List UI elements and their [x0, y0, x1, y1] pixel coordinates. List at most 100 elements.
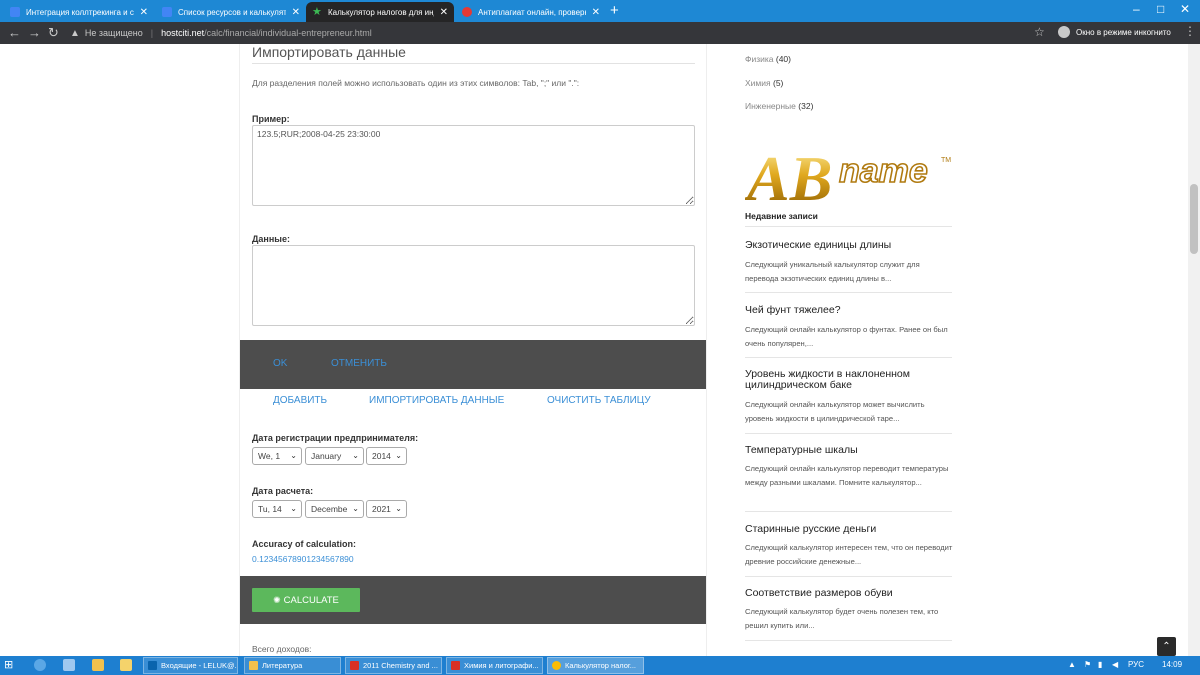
abcname-logo[interactable]: AB name TM: [745, 136, 955, 206]
clock[interactable]: 14:09: [1162, 660, 1182, 669]
category-name[interactable]: Химия: [745, 78, 771, 88]
tab-close-icon[interactable]: ✕: [592, 7, 600, 18]
new-tab-button[interactable]: +: [610, 3, 619, 19]
calculation-date-label: Дата расчета:: [252, 486, 314, 496]
registration-day-select[interactable]: We, 1 ⌄: [252, 447, 302, 465]
app-quicklaunch-icon[interactable]: [63, 659, 75, 671]
sidebar: Физика (40) Химия (5) Инженерные (32) AB…: [745, 44, 955, 656]
bookmark-star-icon[interactable]: ☆: [1034, 25, 1045, 39]
post-title[interactable]: Экзотические единицы длины: [745, 240, 950, 251]
add-button[interactable]: ДОБАВИТЬ: [273, 395, 327, 406]
tab-title: Список ресурсов и калькулятор: [178, 7, 286, 17]
app-quicklaunch-icon[interactable]: [120, 659, 132, 671]
incognito-label[interactable]: Окно в режиме инкогнито: [1076, 28, 1171, 37]
chevron-down-icon: ⌄: [352, 451, 359, 460]
total-income-label: Всего доходов:: [252, 644, 312, 654]
divider: [745, 226, 952, 227]
taskbar-item-pdf[interactable]: 2011 Chemistry and ...: [345, 657, 442, 674]
taskbar-item-label: Химия и литографи...: [464, 661, 539, 670]
pdf-icon: [451, 661, 460, 670]
post-excerpt: Следующий онлайн калькулятор о фунтах. Р…: [745, 325, 948, 348]
tab-close-icon[interactable]: ✕: [140, 7, 148, 18]
taskbar-item-chrome[interactable]: Калькулятор налог...: [547, 657, 644, 674]
windows-start-icon[interactable]: ⊞: [4, 658, 18, 672]
chevron-down-icon: ⌄: [395, 451, 402, 460]
volume-icon[interactable]: ◀: [1112, 660, 1118, 669]
category-name[interactable]: Инженерные: [745, 101, 796, 111]
folder-icon: [249, 661, 258, 670]
selected-value: 2021: [372, 504, 391, 514]
post-title[interactable]: Температурные шкалы: [745, 445, 950, 456]
import-data-button[interactable]: ИМПОРТИРОВАТЬ ДАННЫЕ: [369, 395, 504, 406]
reload-button[interactable]: ↻: [48, 25, 59, 41]
chrome-icon: [552, 661, 561, 670]
close-window-button[interactable]: ✕: [1180, 2, 1190, 16]
browser-quicklaunch-icon[interactable]: [34, 659, 46, 671]
security-label[interactable]: Не защищено: [85, 28, 143, 38]
post-title[interactable]: Уровень жидкости в наклоненном цилиндрич…: [745, 369, 950, 391]
taskbar-item-label: Входящие - LELUK@...: [161, 661, 238, 670]
omnibox[interactable]: ▲ Не защищено | hostciti.net /calc/finan…: [70, 25, 372, 41]
import-heading: Импортировать данные: [252, 44, 406, 60]
ok-button[interactable]: OK: [273, 358, 287, 369]
docs-icon: [10, 7, 20, 17]
recent-posts-heading: Недавние записи: [745, 211, 818, 221]
category-count: (32): [798, 101, 814, 111]
browser-tab-4[interactable]: Антиплагиат онлайн, проверка ✕: [456, 2, 606, 22]
selected-value: Decembe: [311, 504, 348, 514]
registration-month-select[interactable]: January ⌄: [305, 447, 364, 465]
calculate-button[interactable]: ✺ CALCULATE: [252, 588, 360, 612]
language-indicator[interactable]: РУС: [1128, 660, 1144, 669]
maximize-button[interactable]: □: [1157, 2, 1164, 16]
folder-quicklaunch-icon[interactable]: [92, 659, 104, 671]
post-title[interactable]: Чей фунт тяжелее?: [745, 305, 950, 316]
calculation-day-select[interactable]: Tu, 14 ⌄: [252, 500, 302, 518]
page-scrollbar[interactable]: [1188, 44, 1200, 656]
back-button[interactable]: ←: [8, 25, 21, 41]
url-host[interactable]: hostciti.net: [161, 28, 204, 38]
main-content: Импортировать данные Для разделения поле…: [239, 44, 707, 656]
category-link[interactable]: Физика (40): [745, 54, 791, 64]
network-icon[interactable]: ▮: [1098, 660, 1102, 669]
registration-year-select[interactable]: 2014 ⌄: [366, 447, 407, 465]
category-link[interactable]: Инженерные (32): [745, 101, 813, 111]
url-path[interactable]: /calc/financial/individual-entrepreneur.…: [204, 28, 372, 38]
forward-button[interactable]: →: [28, 25, 41, 41]
divider: [745, 357, 952, 358]
tray-arrow-icon[interactable]: ▲: [1068, 660, 1076, 669]
divider: [745, 433, 952, 434]
post-title[interactable]: Соответствие размеров обуви: [745, 588, 950, 599]
incognito-icon[interactable]: [1058, 26, 1070, 38]
accuracy-value[interactable]: 0.12345678901234567890: [252, 554, 354, 564]
browser-tab-2[interactable]: Список ресурсов и калькулятор ✕: [156, 2, 306, 22]
category-link[interactable]: Химия (5): [745, 78, 783, 88]
category-name[interactable]: Физика: [745, 54, 774, 64]
tab-close-icon[interactable]: ✕: [292, 7, 300, 18]
post-title[interactable]: Старинные русские деньги: [745, 524, 950, 535]
post-excerpt: Следующий калькулятор интересен тем, что…: [745, 543, 953, 566]
example-textarea[interactable]: 123.5;RUR;2008-04-25 23:30:00: [252, 125, 695, 206]
chevron-down-icon: ⌄: [352, 504, 359, 513]
category-count: (40): [775, 54, 791, 64]
clear-table-button[interactable]: ОЧИСТИТЬ ТАБЛИЦУ: [547, 395, 651, 406]
taskbar-item-folder[interactable]: Литература: [244, 657, 341, 674]
scroll-to-top-button[interactable]: ⌃: [1157, 637, 1176, 656]
calculation-year-select[interactable]: 2021 ⌄: [366, 500, 407, 518]
calculation-month-select[interactable]: Decembe ⌄: [305, 500, 364, 518]
scrollbar-thumb[interactable]: [1190, 184, 1198, 254]
flag-icon[interactable]: ⚑: [1084, 660, 1091, 669]
taskbar-item-outlook[interactable]: Входящие - LELUK@...: [143, 657, 238, 674]
data-textarea[interactable]: [252, 245, 695, 326]
tab-title: Интеграция коллтрекинга и ско: [26, 7, 134, 17]
divider: [745, 511, 952, 512]
chevron-down-icon: ⌄: [290, 451, 297, 460]
tab-close-icon[interactable]: ✕: [440, 7, 448, 18]
browser-menu-icon[interactable]: ⋮: [1184, 24, 1196, 38]
cancel-button[interactable]: ОТМЕНИТЬ: [331, 358, 387, 369]
minimize-button[interactable]: –: [1133, 2, 1140, 16]
browser-tab-1[interactable]: Интеграция коллтрекинга и ско ✕: [4, 2, 154, 22]
taskbar-item-pdf[interactable]: Химия и литографи...: [446, 657, 543, 674]
browser-tab-strip: Интеграция коллтрекинга и ско ✕ Список р…: [0, 0, 1200, 22]
browser-tab-3-active[interactable]: ★ Калькулятор налогов для индив ✕: [306, 2, 454, 22]
warning-icon[interactable]: ▲: [70, 28, 80, 39]
